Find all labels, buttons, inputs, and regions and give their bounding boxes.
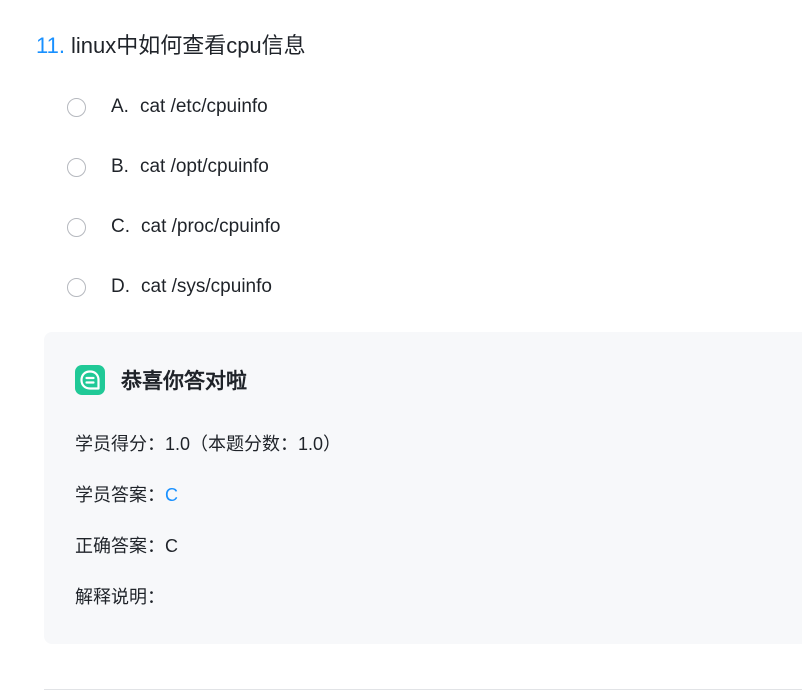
radio-button-d[interactable] <box>67 277 86 297</box>
student-answer-label: 学员答案： <box>75 485 165 505</box>
option-letter: B. <box>111 156 129 177</box>
student-answer-value: C <box>165 485 178 505</box>
radio-button-b[interactable] <box>67 157 86 177</box>
question-title: 11. linux中如何查看cpu信息 <box>36 30 306 62</box>
option-text: cat /etc/cpuinfo <box>139 96 268 117</box>
option-letter: C. <box>111 216 130 237</box>
student-score: 学员得分：1.0（本题分数：1.0） <box>75 430 341 456</box>
option-d[interactable]: D. cat /sys/cpuinfo <box>67 272 280 302</box>
option-c[interactable]: C. cat /proc/cpuinfo <box>67 212 280 242</box>
explanation: 解释说明： <box>75 583 165 609</box>
correct-answer-value: C <box>165 536 178 556</box>
radio-button-a[interactable] <box>67 97 86 117</box>
option-b[interactable]: B. cat /opt/cpuinfo <box>67 152 280 182</box>
option-text: cat /proc/cpuinfo <box>141 216 281 237</box>
result-panel: 恭喜你答对啦 学员得分：1.0（本题分数：1.0） 学员答案：C 正确答案：C … <box>44 332 802 644</box>
options-list: A. cat /etc/cpuinfo B. cat /opt/cpuinfo … <box>67 92 280 332</box>
explanation-label: 解释说明： <box>75 587 165 607</box>
student-answer: 学员答案：C <box>75 481 178 507</box>
option-letter: A. <box>111 96 129 117</box>
option-text: cat /sys/cpuinfo <box>141 276 272 297</box>
chat-bubble-icon <box>75 365 105 395</box>
question-text: linux中如何查看cpu信息 <box>70 33 306 58</box>
score-label: 学员得分： <box>75 434 165 454</box>
score-value: 1.0（本题分数：1.0） <box>165 434 342 454</box>
correct-answer-label: 正确答案： <box>75 536 165 556</box>
option-letter: D. <box>111 276 130 297</box>
result-title: 恭喜你答对啦 <box>121 370 247 393</box>
result-header: 恭喜你答对啦 <box>75 365 247 395</box>
option-a[interactable]: A. cat /etc/cpuinfo <box>67 92 280 122</box>
question-number: 11. <box>36 33 65 58</box>
correct-answer: 正确答案：C <box>75 532 178 558</box>
radio-button-c[interactable] <box>67 217 86 237</box>
divider <box>44 689 802 690</box>
option-text: cat /opt/cpuinfo <box>139 156 269 177</box>
